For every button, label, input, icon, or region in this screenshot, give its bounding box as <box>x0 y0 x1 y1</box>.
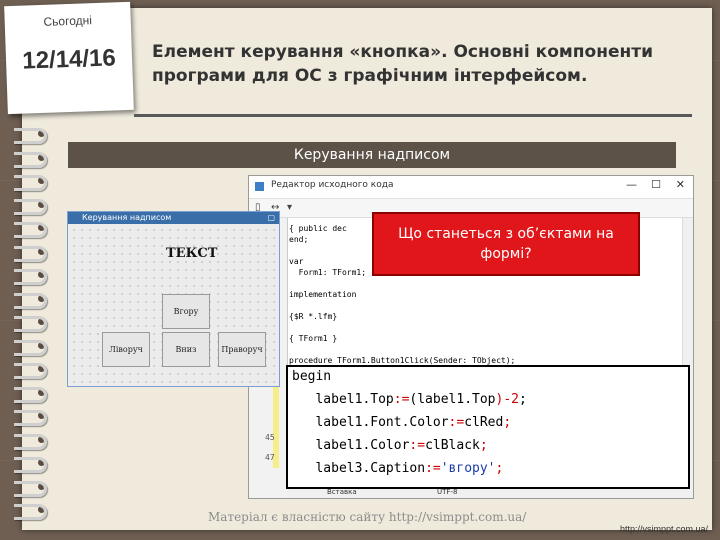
code-token: label1.Top <box>292 392 394 407</box>
right-button[interactable]: Праворуч <box>218 332 266 367</box>
status-mode: Вставка <box>327 488 357 496</box>
date-note: Сьогодні 12/14/16 <box>4 1 134 115</box>
code-token: := <box>393 392 410 407</box>
editor-code-line: { public dec <box>289 224 347 233</box>
editor-titlebar: Редактор исходного кода — ☐ ✕ <box>249 176 693 199</box>
gutter-number: 45 <box>265 433 275 442</box>
code-token: label1.Color <box>292 438 410 453</box>
editor-code-line: { TForm1 } <box>289 334 338 343</box>
binder-ring <box>14 245 47 262</box>
binder-ring <box>14 410 47 426</box>
down-button[interactable]: Вниз <box>162 332 210 367</box>
binder-ring <box>14 151 47 168</box>
code-token: := <box>425 461 441 476</box>
code-line: label1.Font.Color:=clRed; <box>292 415 511 430</box>
code-token: clBlack <box>425 438 480 453</box>
code-token: ; <box>479 438 488 453</box>
binder-ring <box>14 339 47 356</box>
section-banner: Керування надписом <box>68 142 676 168</box>
editor-code-line: {$R *.lfm} <box>289 312 338 321</box>
slide-title: Елемент керування «кнопка». Основні комп… <box>152 42 653 86</box>
form-title: Керування надписом <box>82 213 172 222</box>
editor-code-line: implementation <box>289 290 357 299</box>
binder-ring <box>14 480 47 497</box>
form-label-text: ТЕКСТ <box>166 246 218 261</box>
code-token: begin <box>292 369 332 384</box>
binder-ring <box>14 128 47 144</box>
binder-ring <box>14 292 47 309</box>
note-label: Сьогодні <box>43 13 93 29</box>
title-divider <box>134 114 692 117</box>
form-titlebar: Керування надписом ▢ <box>68 212 279 224</box>
code-token: 'вгору' <box>440 461 496 476</box>
code-token: ; <box>503 415 512 430</box>
code-token: )-2 <box>495 392 519 407</box>
question-callout: Що станеться з об’єктами на формі? <box>372 212 640 276</box>
code-token: clRed <box>464 415 504 430</box>
code-token: := <box>409 438 426 453</box>
editor-code-line: var <box>289 257 304 266</box>
toolbar-dropdown-icon[interactable]: ▾ <box>287 202 292 213</box>
up-button[interactable]: Вгору <box>162 294 210 329</box>
gutter-number: 47 <box>265 453 275 462</box>
code-token: (label1.Top <box>409 392 496 407</box>
code-zoom-box: begin label1.Top:=(label1.Top)-2; label1… <box>286 365 690 489</box>
left-button[interactable]: Ліворуч <box>102 332 150 367</box>
footer-copyright: Матеріал є власністю сайту http://vsimpp… <box>208 510 527 524</box>
editor-code-line: procedure TForm1.Button1Click(Sender: TO… <box>289 356 516 365</box>
code-line: label3.Caption:='вгору'; <box>292 461 503 476</box>
binder-ring <box>14 175 47 191</box>
binder-ring <box>14 363 47 379</box>
binder-ring <box>14 433 47 450</box>
code-token: label1.Font.Color <box>292 415 449 430</box>
editor-code-line: end; <box>289 235 309 244</box>
editor-code-line: Form1: TForm1; <box>289 268 367 277</box>
editor-title: Редактор исходного кода <box>271 180 394 190</box>
binder-ring <box>14 457 47 473</box>
binder-ring <box>14 386 47 403</box>
app-icon <box>255 182 264 191</box>
close-icon[interactable]: ✕ <box>676 178 685 191</box>
minimize-icon[interactable]: — <box>626 178 637 191</box>
maximize-icon[interactable]: ☐ <box>651 178 661 191</box>
code-token: label3.Caption <box>292 461 426 476</box>
code-token: ; <box>518 392 527 407</box>
binder-ring <box>14 222 47 238</box>
form-close-icon[interactable]: ▢ <box>267 212 275 224</box>
binder-ring <box>14 269 47 285</box>
status-encoding: UTF-8 <box>437 488 458 496</box>
code-token: := <box>448 415 465 430</box>
code-token: ; <box>495 461 504 476</box>
site-url[interactable]: http://vsimppt.com.ua/ <box>620 524 708 534</box>
code-line: label1.Top:=(label1.Top)-2; <box>292 392 527 407</box>
code-line: label1.Color:=clBlack; <box>292 438 488 453</box>
binder-ring <box>14 504 47 520</box>
form-designer-window[interactable]: Керування надписом ▢ ТЕКСТ Вгору Ліворуч… <box>67 211 280 387</box>
binder-ring <box>14 198 47 215</box>
note-date: 12/14/16 <box>21 44 117 75</box>
binder-ring <box>14 316 47 332</box>
code-line: begin <box>292 369 331 384</box>
